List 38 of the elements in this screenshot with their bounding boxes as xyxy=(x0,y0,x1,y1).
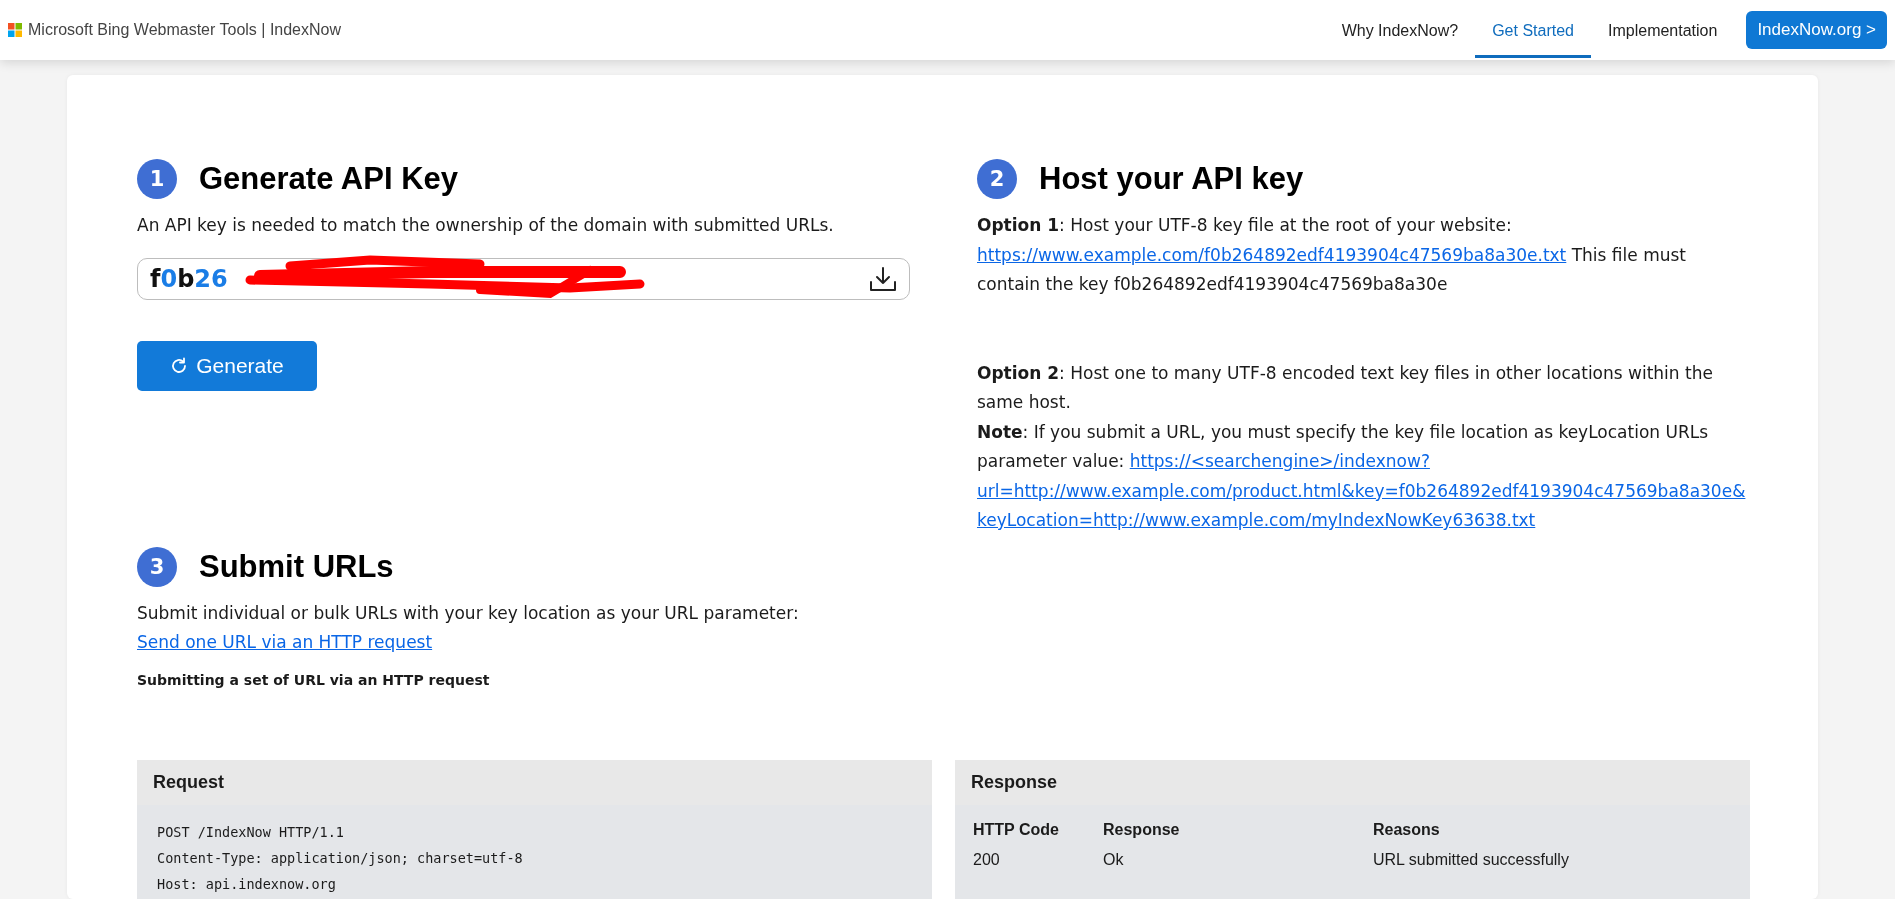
generate-button[interactable]: Generate xyxy=(137,340,317,391)
code-line: POST /IndexNow HTTP/1.1 xyxy=(157,822,345,842)
table-cell-text: Ok xyxy=(1103,849,1125,870)
panel-title: Request xyxy=(137,759,932,805)
column-header: Response xyxy=(1103,819,1181,840)
code-line: Content-Type: application/json; charset=utf-8 xyxy=(157,848,524,868)
site-title[interactable]: Microsoft Bing Webmaster Tools | IndexNow xyxy=(28,21,342,39)
column-header: HTTP Code xyxy=(973,819,1060,840)
subheading: Submitting a set of URL via an HTTP request xyxy=(137,671,491,688)
paragraph: Note: If you submit a URL, you must specify the key file location as keyLocation URLs parameter value: https://<searchengine>/indexnow? url=http://www.example.com/product.html&key=f0b264892edf4193904c47569ba8a30e& keyLocation=http://www.example.com/myIndexNowKey63638.txt xyxy=(977,420,1747,532)
link[interactable]: url=http://www.example.com/product.html&key=f0b264892edf4193904c47569ba8a30e& xyxy=(977,480,1746,501)
paragraph: Option 2: Host one to many UTF-8 encoded text key files in other locations within the same host. xyxy=(977,361,1714,414)
table-cell-text: URL submitted successfully xyxy=(1373,849,1569,870)
nav-link[interactable]: Get Started xyxy=(1475,5,1591,58)
step-number: 2 xyxy=(977,159,1017,199)
panel-title: Response xyxy=(955,759,1750,805)
link[interactable]: Send one URL via an HTTP request xyxy=(137,632,433,652)
link[interactable]: https://www.example.com/f0b264892edf4193904c47569ba8a30e.txt xyxy=(977,244,1567,265)
paragraph: Submit individual or bulk URLs with your key location as your URL parameter: Send one URL via an HTTP request xyxy=(137,601,800,654)
link[interactable]: keyLocation=http://www.example.com/myIndexNowKey63638.txt xyxy=(977,510,1536,530)
step-number: 1 xyxy=(137,159,177,199)
paragraph: Option 1: Host your UTF-8 key file at the root of your website: https://www.example.com/f0b264892edf4193904c47569ba8a30e.txt This file must contain the key f0b264892edf4193904c47569ba8a30e xyxy=(977,214,1687,296)
indexnow-button[interactable]: IndexNow.org > xyxy=(1746,11,1887,49)
column-header: Reasons xyxy=(1373,819,1441,840)
section-heading: Submit URLs xyxy=(199,548,394,585)
nav-link[interactable]: Why IndexNow? xyxy=(1324,5,1476,58)
step-number: 3 xyxy=(137,546,177,587)
table-cell: 200 xyxy=(973,844,1103,875)
section-heading: Host your API key xyxy=(1039,161,1304,197)
refresh-icon xyxy=(170,356,189,375)
windows-logo-icon xyxy=(8,23,22,37)
description: An API key is needed to match the ownership of the domain with submitted URLs. xyxy=(137,214,835,237)
nav-link[interactable]: Implementation xyxy=(1591,5,1735,58)
section-heading: Generate API Key xyxy=(199,161,459,197)
code-line: Host: api.indexnow.org xyxy=(157,874,337,894)
api-key-field[interactable]: f0b26 xyxy=(137,257,910,300)
link[interactable]: https://<searchengine>/indexnow? xyxy=(1129,451,1430,471)
download-icon xyxy=(869,265,897,292)
